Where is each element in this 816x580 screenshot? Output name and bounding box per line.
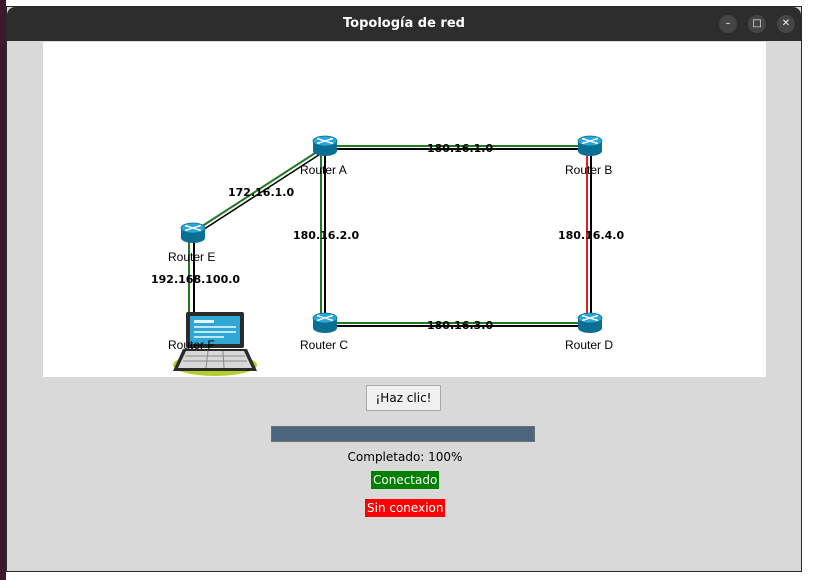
progress-fill (272, 427, 534, 441)
app-window: Topología de red – □ ✕ Router A Router B… (6, 6, 802, 572)
router-a-label: Router A (300, 163, 347, 177)
router-a-icon (312, 135, 338, 157)
click-button[interactable]: ¡Haz clic! (366, 385, 441, 411)
minimize-button[interactable]: – (719, 15, 737, 33)
router-e-icon (180, 222, 206, 244)
router-c-label: Router C (300, 338, 348, 352)
topology-diagram: Router A Router B Router C Router D Rout… (151, 135, 624, 376)
network-topology-canvas: Router A Router B Router C Router D Rout… (43, 42, 766, 377)
connected-badge: Conectado (371, 471, 440, 489)
network-label-e-f: 192.168.100.0 (151, 273, 240, 286)
router-b-icon (577, 135, 603, 157)
router-d-label: Router D (565, 338, 613, 352)
router-f-label: Router F (168, 338, 215, 352)
router-d-icon (577, 312, 603, 334)
network-label-c-d: 180.16.3.0 (427, 319, 493, 332)
network-label-b-d: 180.16.4.0 (558, 229, 624, 242)
progress-bar (271, 426, 535, 442)
network-label-a-b: 180.16.1.0 (427, 142, 493, 155)
close-button[interactable]: ✕ (777, 15, 795, 33)
router-c-icon (312, 312, 338, 334)
router-b-label: Router B (565, 163, 612, 177)
network-label-a-c: 180.16.2.0 (293, 229, 359, 242)
window-title: Topología de red (343, 16, 465, 31)
completion-status: Completado: 100% (347, 450, 463, 464)
disconnected-badge: Sin conexion (365, 499, 446, 517)
network-label-e-a: 172.16.1.0 (228, 186, 294, 199)
router-e-label: Router E (168, 250, 215, 264)
title-bar[interactable]: Topología de red – □ ✕ (7, 7, 801, 41)
maximize-button[interactable]: □ (748, 15, 766, 33)
